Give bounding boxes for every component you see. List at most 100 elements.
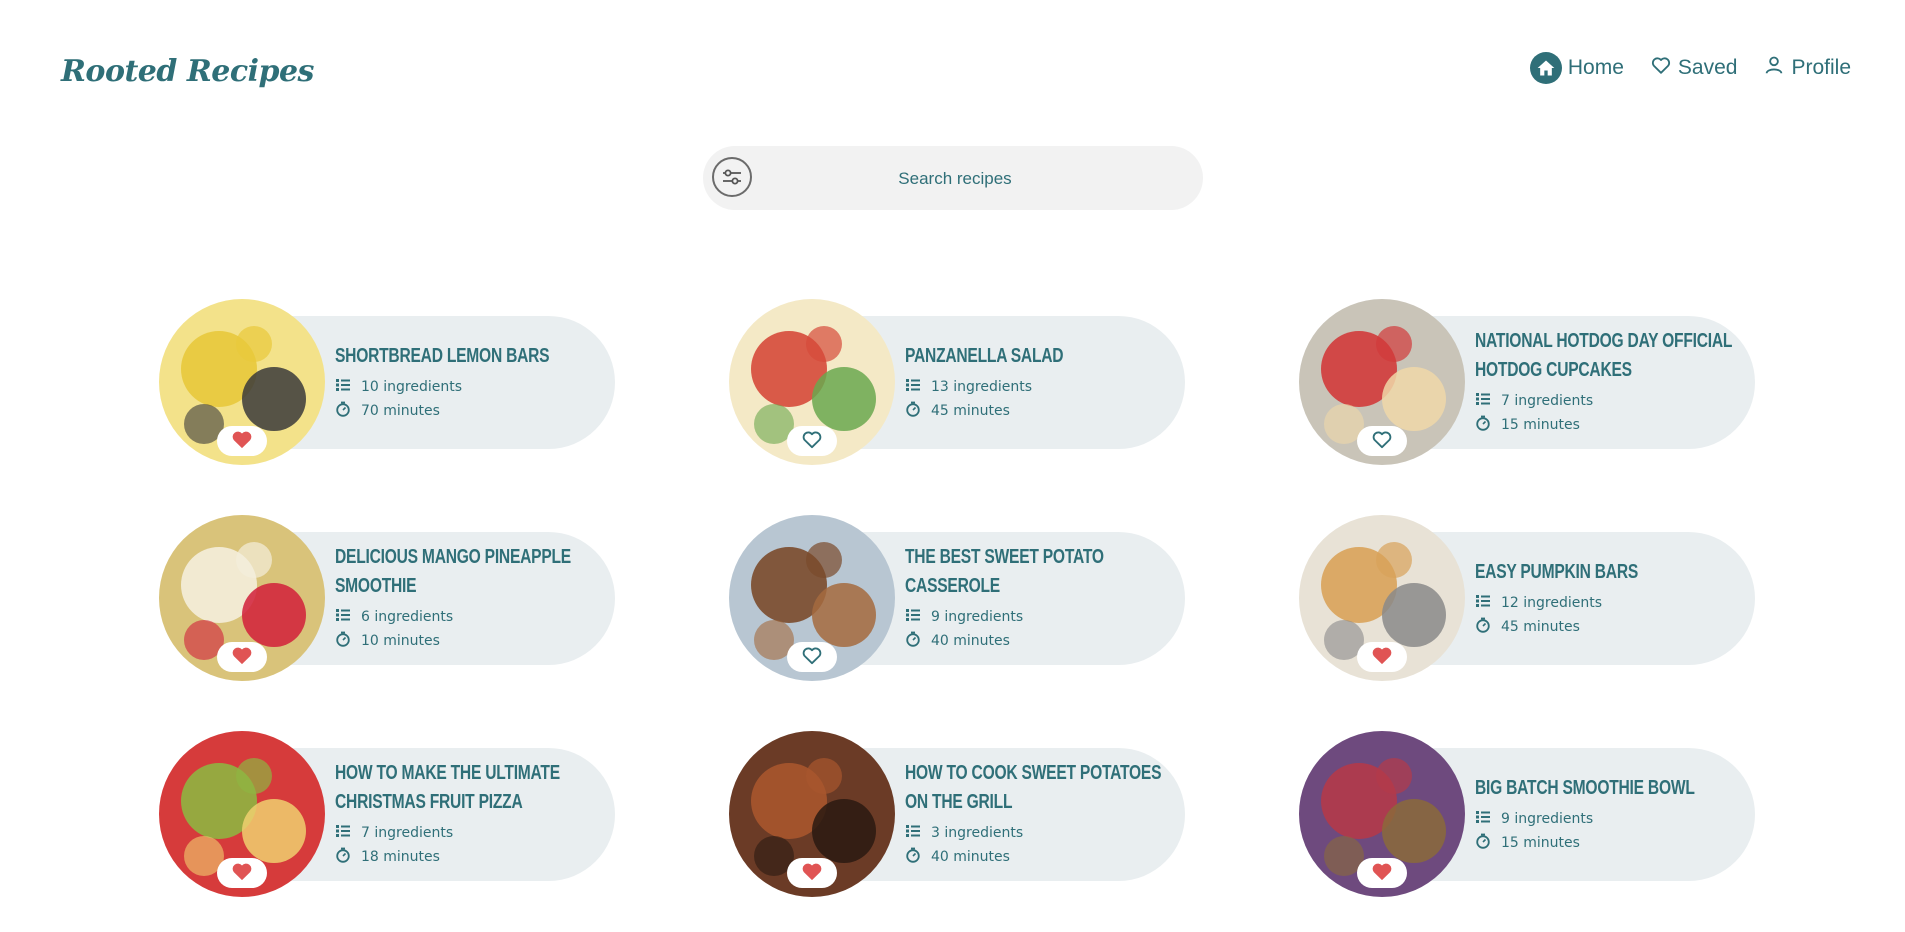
ingredients-count: 7 ingredients bbox=[1501, 393, 1594, 409]
timer-icon bbox=[905, 401, 921, 421]
favorite-button[interactable] bbox=[217, 426, 267, 456]
recipe-info: National Hotdog Day Official Hotdog Cupc… bbox=[1475, 299, 1735, 465]
ingredients-count: 9 ingredients bbox=[931, 609, 1024, 625]
recipe-card[interactable]: Panzanella Salad 13 ingredients 45 minut… bbox=[729, 299, 1185, 465]
recipe-ingredients: 7 ingredients bbox=[335, 821, 595, 845]
timer-icon bbox=[335, 847, 351, 867]
cook-time: 10 minutes bbox=[361, 633, 440, 649]
ingredients-count: 13 ingredients bbox=[931, 378, 1033, 395]
timer-icon bbox=[335, 631, 351, 651]
recipe-info: How to Make the Ultimate Christmas Fruit… bbox=[335, 731, 595, 897]
recipe-info: Big Batch Smoothie Bowl 9 ingredients 15… bbox=[1475, 731, 1735, 897]
cook-time: 70 minutes bbox=[361, 402, 440, 419]
favorite-button[interactable] bbox=[787, 426, 837, 456]
nav-saved[interactable]: Saved bbox=[1650, 54, 1738, 82]
filter-button[interactable] bbox=[712, 157, 752, 197]
recipe-time: 45 minutes bbox=[905, 399, 1165, 423]
recipe-ingredients: 7 ingredients bbox=[1475, 389, 1735, 413]
recipe-card[interactable]: Easy Pumpkin Bars 12 ingredients 45 minu… bbox=[1299, 515, 1755, 681]
heart-filled-icon bbox=[1371, 645, 1393, 670]
recipe-title[interactable]: Panzanella Salad bbox=[905, 342, 1162, 371]
ingredients-count: 6 ingredients bbox=[361, 609, 454, 625]
recipe-time: 10 minutes bbox=[335, 629, 595, 653]
timer-icon bbox=[1475, 617, 1491, 637]
ingredients-count: 3 ingredients bbox=[931, 825, 1024, 841]
nav-home-label: Home bbox=[1567, 56, 1624, 79]
page: Rooted Recipes Home Saved Profile Search… bbox=[0, 0, 1905, 932]
recipe-info: How to Cook Sweet Potatoes on the Grill … bbox=[905, 731, 1165, 897]
recipe-time: 15 minutes bbox=[1475, 413, 1735, 437]
cook-time: 40 minutes bbox=[931, 849, 1010, 865]
recipe-ingredients: 9 ingredients bbox=[905, 605, 1165, 629]
recipe-title[interactable]: Shortbread Lemon Bars bbox=[335, 342, 592, 371]
list-icon bbox=[905, 377, 921, 397]
cook-time: 45 minutes bbox=[1501, 618, 1580, 635]
recipe-time: 15 minutes bbox=[1475, 831, 1735, 855]
sliders-icon bbox=[723, 169, 741, 185]
favorite-button[interactable] bbox=[217, 642, 267, 672]
brand-logo[interactable]: Rooted Recipes bbox=[61, 54, 314, 89]
heart-filled-icon bbox=[231, 429, 253, 454]
favorite-button[interactable] bbox=[787, 858, 837, 888]
recipe-card[interactable]: Shortbread Lemon Bars 10 ingredients 70 … bbox=[159, 299, 615, 465]
recipe-title[interactable]: How to Cook Sweet Potatoes on the Grill bbox=[905, 759, 1162, 817]
heart-filled-icon bbox=[231, 645, 253, 670]
recipe-card[interactable]: Delicious Mango Pineapple Smoothie 6 ing… bbox=[159, 515, 615, 681]
list-icon bbox=[1475, 809, 1491, 829]
timer-icon bbox=[905, 847, 921, 867]
recipe-time: 40 minutes bbox=[905, 629, 1165, 653]
nav-home[interactable]: Home bbox=[1529, 52, 1624, 84]
recipe-time: 18 minutes bbox=[335, 845, 595, 869]
recipe-ingredients: 6 ingredients bbox=[335, 605, 595, 629]
favorite-button[interactable] bbox=[787, 642, 837, 672]
recipe-card[interactable]: Big Batch Smoothie Bowl 9 ingredients 15… bbox=[1299, 731, 1755, 897]
recipe-ingredients: 12 ingredients bbox=[1475, 591, 1735, 615]
recipe-card[interactable]: National Hotdog Day Official Hotdog Cupc… bbox=[1299, 299, 1755, 465]
nav-profile-label: Profile bbox=[1791, 56, 1851, 79]
recipe-ingredients: 9 ingredients bbox=[1475, 807, 1735, 831]
search-input[interactable] bbox=[763, 146, 1147, 212]
recipe-info: The Best Sweet Potato Casserole 9 ingred… bbox=[905, 515, 1165, 681]
ingredients-count: 12 ingredients bbox=[1501, 594, 1603, 611]
recipe-ingredients: 13 ingredients bbox=[905, 375, 1165, 399]
heart-outline-icon bbox=[1371, 429, 1393, 454]
recipe-title[interactable]: National Hotdog Day Official Hotdog Cupc… bbox=[1475, 327, 1732, 385]
favorite-button[interactable] bbox=[217, 858, 267, 888]
search-bar bbox=[703, 146, 1203, 212]
recipe-info: Panzanella Salad 13 ingredients 45 minut… bbox=[905, 299, 1165, 465]
ingredients-count: 10 ingredients bbox=[361, 378, 463, 395]
recipe-time: 45 minutes bbox=[1475, 615, 1735, 639]
cook-time: 15 minutes bbox=[1501, 417, 1580, 433]
recipe-title[interactable]: Big Batch Smoothie Bowl bbox=[1475, 774, 1732, 803]
recipe-ingredients: 3 ingredients bbox=[905, 821, 1165, 845]
ingredients-count: 7 ingredients bbox=[361, 825, 454, 841]
recipe-title[interactable]: How to Make the Ultimate Christmas Fruit… bbox=[335, 759, 592, 817]
recipe-time: 40 minutes bbox=[905, 845, 1165, 869]
list-icon bbox=[335, 607, 351, 627]
recipe-title[interactable]: Delicious Mango Pineapple Smoothie bbox=[335, 543, 592, 601]
list-icon bbox=[905, 823, 921, 843]
timer-icon bbox=[905, 631, 921, 651]
recipe-card[interactable]: The Best Sweet Potato Casserole 9 ingred… bbox=[729, 515, 1185, 681]
heart-outline-icon bbox=[801, 645, 823, 670]
home-icon bbox=[1529, 52, 1562, 84]
nav-profile[interactable]: Profile bbox=[1763, 54, 1851, 82]
list-icon bbox=[1475, 391, 1491, 411]
cook-time: 18 minutes bbox=[361, 849, 440, 865]
recipe-title[interactable]: Easy Pumpkin Bars bbox=[1475, 558, 1732, 587]
recipe-time: 70 minutes bbox=[335, 399, 595, 423]
nav-saved-label: Saved bbox=[1677, 56, 1738, 79]
top-nav: Home Saved Profile bbox=[1529, 52, 1851, 84]
favorite-button[interactable] bbox=[1357, 426, 1407, 456]
recipe-info: Delicious Mango Pineapple Smoothie 6 ing… bbox=[335, 515, 595, 681]
recipe-card[interactable]: How to Cook Sweet Potatoes on the Grill … bbox=[729, 731, 1185, 897]
favorite-button[interactable] bbox=[1357, 858, 1407, 888]
favorite-button[interactable] bbox=[1357, 642, 1407, 672]
cook-time: 40 minutes bbox=[931, 633, 1010, 649]
recipe-title[interactable]: The Best Sweet Potato Casserole bbox=[905, 543, 1162, 601]
recipe-card[interactable]: How to Make the Ultimate Christmas Fruit… bbox=[159, 731, 615, 897]
recipe-info: Easy Pumpkin Bars 12 ingredients 45 minu… bbox=[1475, 515, 1735, 681]
cook-time: 45 minutes bbox=[931, 402, 1010, 419]
heart-outline-icon bbox=[801, 429, 823, 454]
heart-outline-icon bbox=[1650, 54, 1672, 82]
